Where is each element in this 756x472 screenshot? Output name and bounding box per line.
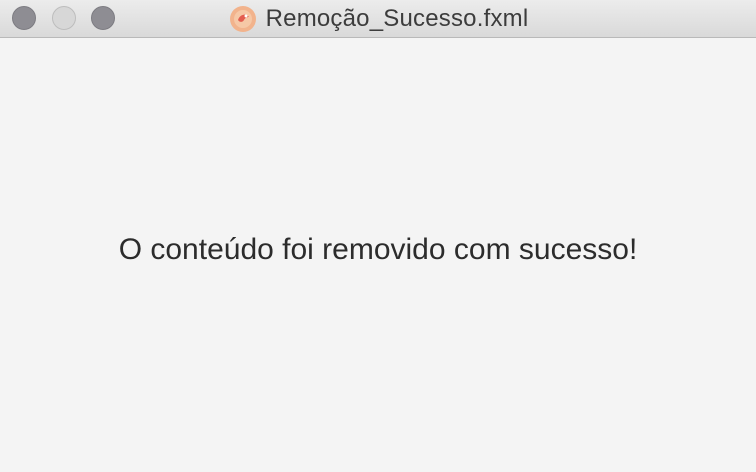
zoom-button[interactable] xyxy=(91,6,115,30)
window-title: Remoção_Sucesso.fxml xyxy=(265,5,529,32)
success-message: O conteúdo foi removido com sucesso! xyxy=(118,233,638,266)
app-window: Remoção_Sucesso.fxml O conteúdo foi remo… xyxy=(0,0,756,472)
title-bar[interactable]: Remoção_Sucesso.fxml xyxy=(0,0,756,38)
minimize-button[interactable] xyxy=(52,6,76,30)
java-duke-icon xyxy=(228,4,258,34)
close-button[interactable] xyxy=(12,6,36,30)
content-area: O conteúdo foi removido com sucesso! xyxy=(0,38,756,472)
